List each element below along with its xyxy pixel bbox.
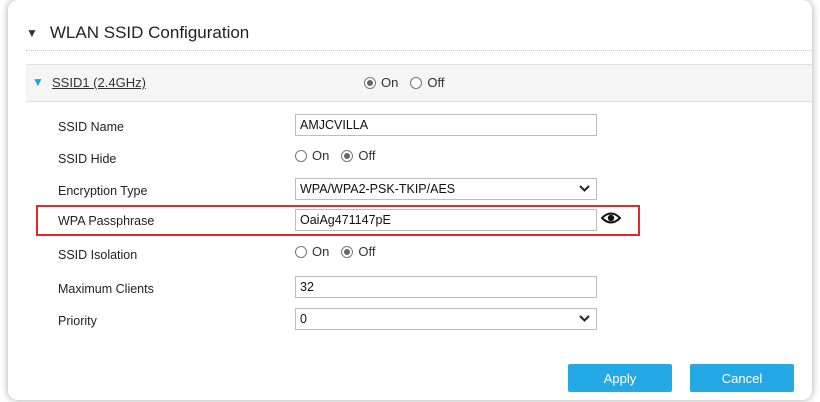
cancel-button[interactable]: Cancel [690, 364, 794, 392]
encryption-type-select[interactable]: WPA/WPA2-PSK-TKIP/AES [295, 178, 597, 200]
ssid-isolation-on-radio[interactable] [295, 245, 307, 258]
priority-value: 0 [300, 312, 307, 326]
section-title: WLAN SSID Configuration [49, 23, 250, 42]
chevron-down-icon [579, 181, 590, 198]
ssid-isolation-off-label: Off [358, 244, 376, 259]
chevron-down-icon [579, 311, 590, 328]
ssid1-off-label: Off [427, 75, 445, 90]
maximum-clients-input[interactable]: 32 [295, 276, 597, 298]
ssid-hide-off-radio[interactable] [341, 149, 354, 162]
ssid-isolation-radio-group: On Off [295, 244, 387, 259]
eye-icon[interactable] [600, 210, 622, 226]
maximum-clients-label: Maximum Clients [58, 282, 154, 296]
collapse-triangle-icon[interactable]: ▼ [26, 26, 38, 40]
ssid1-off-radio[interactable] [410, 76, 423, 89]
section-header[interactable]: ▼ WLAN SSID Configuration [26, 16, 812, 51]
priority-select[interactable]: 0 [295, 308, 597, 330]
ssid-hide-radio-group: On Off [295, 148, 387, 163]
ssid1-on-label: On [381, 75, 399, 90]
ssid-isolation-off-radio[interactable] [341, 245, 354, 258]
expand-triangle-icon[interactable]: ▼ [32, 75, 44, 89]
ssid1-bar: ▼ SSID1 (2.4GHz) On Off [26, 64, 812, 102]
ssid1-on-radio[interactable] [364, 76, 376, 89]
ssid-isolation-label: SSID Isolation [58, 248, 138, 262]
ssid-hide-label: SSID Hide [58, 152, 117, 166]
wpa-passphrase-input[interactable]: OaiAg471147pE [295, 209, 597, 231]
priority-label: Priority [58, 314, 97, 328]
ssid-name-input[interactable]: AMJCVILLA [295, 114, 597, 136]
wpa-passphrase-label: WPA Passphrase [58, 214, 155, 228]
ssid1-enable-radio-group: On Off [364, 75, 456, 90]
ssid-name-label: SSID Name [58, 120, 124, 134]
ssid-hide-off-label: Off [358, 148, 376, 163]
wlan-ssid-config-panel: ▼ WLAN SSID Configuration ▼ SSID1 (2.4GH… [8, 0, 812, 400]
ssid-hide-on-label: On [312, 148, 330, 163]
encryption-type-label: Encryption Type [58, 184, 148, 198]
apply-button[interactable]: Apply [568, 364, 672, 392]
ssid-isolation-on-label: On [312, 244, 330, 259]
encryption-type-value: WPA/WPA2-PSK-TKIP/AES [300, 182, 456, 196]
ssid-hide-on-radio[interactable] [295, 149, 307, 162]
ssid1-link[interactable]: SSID1 (2.4GHz) [52, 75, 146, 90]
